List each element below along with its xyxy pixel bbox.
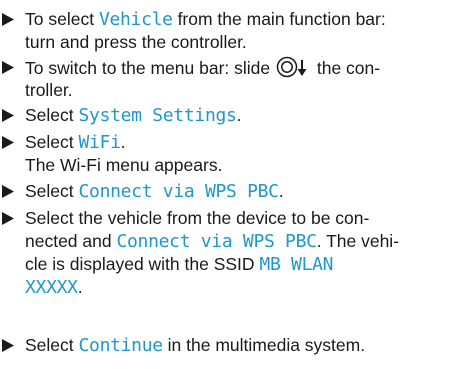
bullet-arrow-icon [2,207,18,229]
step-text-line: Select WiFi. [25,132,126,153]
highlight-connect-wps: Connect via WPS PBC [78,181,280,202]
step-text-line: turn and press the controller. [25,32,247,52]
step-text-line: Select Connect via WPS PBC. [25,181,284,202]
step-text-line: Select Continue in the multimedia system… [25,335,366,356]
highlight-ssid-suffix: XXXXX [25,277,78,298]
highlight-vehicle: Vehicle [98,9,173,30]
step-text-line: XXXXX. [25,277,83,298]
bullet-arrow-icon [2,131,18,153]
step-result-text: The Wi-Fi menu appears. [25,155,223,175]
step-text-line: cle is displayed with the SSID MB WLAN [25,254,334,275]
bullet-arrow-icon [2,334,18,356]
highlight-connect-wps: Connect via WPS PBC [116,231,317,252]
bullet-arrow-icon [2,180,18,202]
highlight-wifi: WiFi [78,132,121,153]
controller-slide-down-icon [276,56,310,83]
highlight-ssid: MB WLAN [259,254,334,275]
bullet-arrow-icon [2,8,18,30]
step-text-line: To select Vehicle from the main function… [25,9,386,30]
step-text-line: nected and Connect via WPS PBC. The vehi… [25,231,400,252]
highlight-continue: Continue [78,335,164,356]
bullet-arrow-icon [2,104,18,126]
highlight-system-settings: System Settings [78,105,237,126]
step-text-line: To switch to the menu bar: slide the con… [25,56,380,83]
step-text-line: Select System Settings. [25,105,242,126]
bullet-arrow-icon [2,56,18,78]
step-text-line: Select the vehicle from the device to be… [25,208,370,228]
step-text-line: troller. [25,80,73,100]
